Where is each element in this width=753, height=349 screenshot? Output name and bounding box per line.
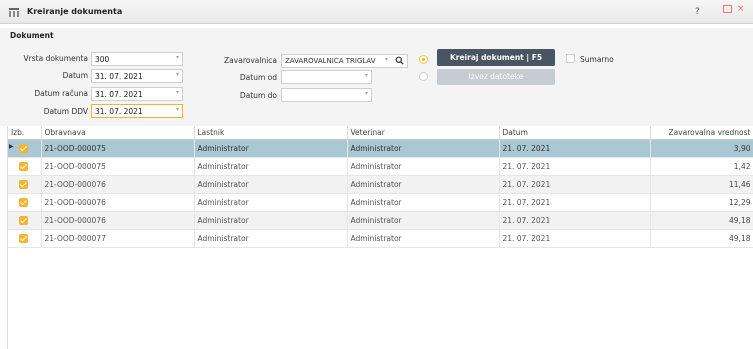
chevron-down-icon[interactable]: ▾ xyxy=(176,71,179,78)
cell-datum: 21. 07. 2021 xyxy=(499,175,651,194)
cell-vrednost: 11,46 xyxy=(650,175,753,194)
create-document-button[interactable]: Kreiraj dokument | F5 xyxy=(437,49,555,66)
section-title: Dokument xyxy=(10,31,54,40)
cell-lastnik: Administrator xyxy=(194,139,348,158)
zavarovalnica-label: Zavarovalnica xyxy=(224,56,277,65)
cell-obravnava: 21-OOD-000076 xyxy=(41,175,195,194)
create-radio[interactable] xyxy=(419,55,428,64)
cell-datum: 21. 07. 2021 xyxy=(499,157,651,176)
table-header: Izb. Obravnava Lastnik Veterinar Datum Z… xyxy=(8,126,753,140)
datum-od-field[interactable]: ▾ xyxy=(281,70,372,84)
chevron-down-icon[interactable]: ▾ xyxy=(176,89,179,96)
cell-lastnik: Administrator xyxy=(194,157,348,176)
cell-datum: 21. 07. 2021 xyxy=(499,229,651,248)
table-row[interactable]: 21-OOD-000076 Administrator Administrato… xyxy=(8,193,753,212)
vrsta-value: 300 xyxy=(95,55,110,64)
window-title: Kreiranje dokumenta xyxy=(27,7,123,16)
cell-vrednost: 12,29 xyxy=(650,193,753,212)
cell-veterinar: Administrator xyxy=(347,211,500,230)
export-file-button[interactable]: Izvoz datoteke xyxy=(437,69,555,85)
datum-racuna-label: Datum računa xyxy=(34,89,88,98)
datum-do-label: Datum do xyxy=(239,91,277,100)
datum-ddv-value: 31. 07. 2021 xyxy=(95,107,143,116)
col-obravnava[interactable]: Obravnava xyxy=(41,126,195,140)
cell-veterinar: Administrator xyxy=(347,193,500,212)
table-row[interactable]: 21-OOD-000075 Administrator Administrato… xyxy=(8,157,753,176)
datum-label: Datum xyxy=(62,71,88,80)
row-checkbox[interactable] xyxy=(19,161,28,171)
cell-lastnik: Administrator xyxy=(194,193,348,212)
cell-veterinar: Administrator xyxy=(347,175,500,194)
help-button[interactable]: ? xyxy=(695,7,700,17)
cell-obravnava: 21-OOD-000075 xyxy=(41,139,195,158)
table-row[interactable]: 21-OOD-000076 Administrator Administrato… xyxy=(8,175,753,194)
datum-racuna-field[interactable]: 31. 07. 2021 ▾ xyxy=(91,87,183,101)
col-datum[interactable]: Datum xyxy=(499,126,651,140)
datum-do-field[interactable]: ▾ xyxy=(281,88,372,102)
grid-icon xyxy=(9,8,19,17)
export-radio[interactable] xyxy=(419,72,428,81)
cell-vrednost: 49,18 xyxy=(650,229,753,248)
vrsta-label: Vrsta dokumenta xyxy=(23,54,88,63)
cell-datum: 21. 07. 2021 xyxy=(499,139,651,158)
cell-datum: 21. 07. 2021 xyxy=(499,193,651,212)
datum-ddv-label: Datum DDV xyxy=(43,107,88,116)
datum-od-label: Datum od xyxy=(239,73,277,82)
table-row[interactable]: 21-OOD-000076 Administrator Administrato… xyxy=(8,211,753,230)
cell-obravnava: 21-OOD-000075 xyxy=(41,157,195,176)
cell-veterinar: Administrator xyxy=(347,139,500,158)
zavarovalnica-value: ZAVAROVALNICA TRIGLAV xyxy=(285,57,376,65)
row-checkbox[interactable] xyxy=(19,233,28,243)
row-checkbox[interactable] xyxy=(19,197,28,207)
cell-datum: 21. 07. 2021 xyxy=(499,211,651,230)
chevron-down-icon[interactable]: ▾ xyxy=(385,56,388,63)
export-button-label: Izvoz datoteke xyxy=(468,72,524,81)
row-checkbox[interactable] xyxy=(19,143,28,153)
chevron-down-icon[interactable]: ▾ xyxy=(365,72,368,79)
cell-lastnik: Administrator xyxy=(194,229,348,248)
chevron-down-icon[interactable]: ▾ xyxy=(176,54,179,61)
datum-value: 31. 07. 2021 xyxy=(95,72,143,81)
col-zavarovalna-vrednost[interactable]: Zavarovalna vrednost xyxy=(650,126,753,140)
table-row[interactable]: 21-OOD-000077 Administrator Administrato… xyxy=(8,229,753,248)
cell-veterinar: Administrator xyxy=(347,157,500,176)
results-table: Izb. Obravnava Lastnik Veterinar Datum Z… xyxy=(7,126,753,349)
sumarno-label: Sumarno xyxy=(580,55,614,64)
col-izb[interactable]: Izb. xyxy=(8,126,42,140)
chevron-down-icon[interactable]: ▾ xyxy=(365,90,368,97)
cell-vrednost: 49,18 xyxy=(650,211,753,230)
table-row[interactable]: ▶ 21-OOD-000075 Administrator Administra… xyxy=(8,139,753,158)
cell-veterinar: Administrator xyxy=(347,229,500,248)
row-indicator-icon: ▶ xyxy=(9,143,14,151)
row-checkbox[interactable] xyxy=(19,215,28,225)
vrsta-field[interactable]: 300 ▾ xyxy=(91,52,183,66)
maximize-icon[interactable] xyxy=(723,5,732,13)
sumarno-checkbox[interactable] xyxy=(566,54,575,63)
cell-obravnava: 21-OOD-000076 xyxy=(41,193,195,212)
cell-lastnik: Administrator xyxy=(194,175,348,194)
col-veterinar[interactable]: Veterinar xyxy=(347,126,500,140)
close-button[interactable]: × xyxy=(737,4,745,14)
cell-obravnava: 21-OOD-000076 xyxy=(41,211,195,230)
datum-ddv-field[interactable]: 31. 07. 2021 ▾ xyxy=(91,104,183,118)
row-checkbox[interactable] xyxy=(19,179,28,189)
search-icon[interactable] xyxy=(395,56,404,65)
datum-field[interactable]: 31. 07. 2021 ▾ xyxy=(91,69,183,83)
title-bar: Kreiranje dokumenta ? × xyxy=(0,0,753,24)
cell-vrednost: 3,90 xyxy=(650,139,753,158)
zavarovalnica-field[interactable]: ZAVAROVALNICA TRIGLAV xyxy=(281,54,408,68)
cell-vrednost: 1,42 xyxy=(650,157,753,176)
col-lastnik[interactable]: Lastnik xyxy=(194,126,348,140)
cell-lastnik: Administrator xyxy=(194,211,348,230)
chevron-down-icon[interactable]: ▾ xyxy=(176,106,179,113)
datum-racuna-value: 31. 07. 2021 xyxy=(95,90,143,99)
cell-obravnava: 21-OOD-000077 xyxy=(41,229,195,248)
